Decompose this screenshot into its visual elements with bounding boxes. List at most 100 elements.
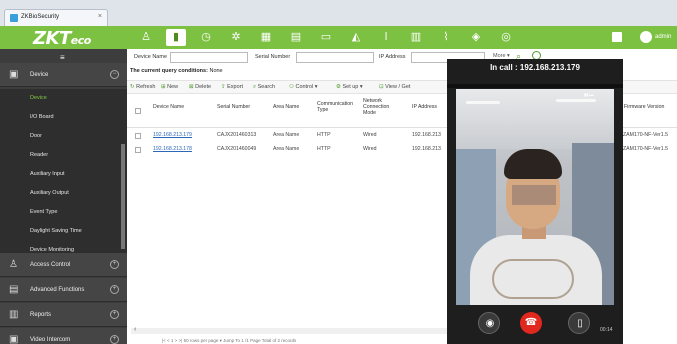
horizontal-scrollbar[interactable]: ‹ [131, 326, 451, 334]
sidebar-item-daylight-saving-time[interactable]: Daylight Saving Time [0, 222, 127, 241]
sidebar-section-device[interactable]: ▣ Device − [0, 63, 127, 87]
row-checkbox[interactable] [135, 133, 141, 139]
query-conditions: The current query conditions: None [130, 68, 223, 74]
col-ip-address[interactable]: IP Address [412, 104, 437, 110]
menu-toggle-icon[interactable]: ≡ [60, 53, 65, 62]
shield-icon[interactable]: ◈ [466, 29, 486, 46]
conditions-label: The current query conditions: [130, 68, 208, 74]
comm-type-cell: HTTP [317, 132, 331, 138]
sidebar-item-device[interactable]: Device [0, 89, 127, 108]
gear-icon[interactable]: ✲ [226, 29, 246, 46]
target-icon[interactable]: ◎ [496, 29, 516, 46]
serial-number-input[interactable] [296, 52, 374, 63]
expand-icon[interactable]: + [110, 335, 119, 344]
row-checkbox[interactable] [135, 147, 141, 153]
comm-type-cell: HTTP [317, 146, 331, 152]
view-get-dropdown[interactable]: ⊡ View / Get [379, 84, 410, 90]
sidebar-item-label: Door [30, 133, 42, 139]
col-device-name[interactable]: Device Name [153, 104, 184, 110]
torch-icon[interactable]: ǀ [376, 29, 396, 46]
sidebar-item-door[interactable]: Door [0, 127, 127, 146]
ip-address-label: IP Address [379, 54, 406, 60]
refresh-button[interactable]: ↻ Refresh [130, 84, 155, 90]
search-toolbar-icon: ⌕ [253, 84, 257, 90]
snapshot-button[interactable]: ◉ [478, 312, 500, 334]
new-label: New [167, 84, 179, 90]
sidebar-item-auxiliary-output[interactable]: Auxiliary Output [0, 184, 127, 203]
firmware-cell: ZAM170-NF-Ver1.5 [623, 132, 668, 138]
select-all-checkbox[interactable] [135, 108, 141, 114]
new-button[interactable]: ⊞ New [161, 84, 178, 90]
sidebar-section-reports[interactable]: ▥ Reports + [0, 303, 127, 327]
person-icon[interactable]: ♙ [136, 29, 156, 46]
delete-button[interactable]: ⊠ Delete [189, 84, 211, 90]
sidebar-item-reader[interactable]: Reader [0, 146, 127, 165]
sidebar-item-label: Reader [30, 152, 49, 158]
building-icon[interactable]: ▦ [256, 29, 276, 46]
col-area-name[interactable]: Area Name [273, 104, 299, 110]
car-icon[interactable]: ▭ [316, 29, 336, 46]
sidebar-scrollbar[interactable] [121, 144, 125, 249]
chart-icon[interactable]: ◭ [346, 29, 366, 46]
door-icon[interactable]: ▮ [166, 29, 186, 46]
tools-icon[interactable]: ⌇ [436, 29, 456, 46]
sidebar: ≡ ▣ Device − Device I/O Board Door Reade… [0, 49, 127, 344]
col-network-connection-mode[interactable]: Network Connection Mode [363, 98, 403, 116]
advanced-functions-icon: ▤ [9, 284, 19, 295]
export-icon: ⇪ [221, 84, 226, 90]
grid-icon[interactable]: ▤ [286, 29, 306, 46]
firmware-cell: ZAM170-NF-Ver1.5 [623, 146, 668, 152]
sidebar-section-access-control[interactable]: ♙ Access Control + [0, 253, 127, 277]
scroll-left-icon[interactable]: ‹ [134, 326, 136, 333]
serial-cell: CAJX201460313 [217, 132, 257, 138]
video-camera-icon[interactable] [612, 32, 622, 42]
video-light [556, 99, 596, 102]
expand-icon[interactable]: + [110, 310, 119, 319]
clock-icon[interactable]: ◷ [196, 29, 216, 46]
device-name-input[interactable] [170, 52, 248, 63]
setup-dropdown[interactable]: ⚙ Set up ▾ [336, 84, 363, 90]
search-button[interactable]: ⌕ Search [253, 84, 275, 91]
area-cell: Area Name [273, 146, 300, 152]
serial-number-label: Serial Number [255, 54, 291, 60]
delete-label: Delete [195, 84, 212, 90]
view-label: View / Get [385, 84, 411, 90]
elevator-icon[interactable]: ▥ [406, 29, 426, 46]
expand-icon[interactable]: + [110, 285, 119, 294]
device-name-link[interactable]: 192.168.213.178 [153, 146, 192, 152]
control-dropdown[interactable]: ⚇ Control ▾ [289, 84, 318, 90]
user-avatar-icon[interactable] [640, 31, 652, 43]
sidebar-section-video-intercom[interactable]: ▣ Video Intercom + [0, 328, 127, 344]
collapse-icon[interactable]: − [110, 70, 119, 79]
logo-sub-text: eco [70, 34, 92, 47]
browser-tab[interactable]: ZKBioSecurity × [4, 9, 108, 26]
device-name-label: Device Name [134, 54, 168, 60]
export-button[interactable]: ⇪ Export [221, 84, 243, 90]
expand-icon[interactable]: + [110, 260, 119, 269]
hang-up-button[interactable]: ☎ [520, 312, 542, 334]
zkteco-logo[interactable]: ZKTeco [33, 28, 91, 49]
tab-close-icon[interactable]: × [98, 13, 102, 20]
user-name[interactable]: admin [655, 34, 671, 40]
sidebar-item-io-board[interactable]: I/O Board [0, 108, 127, 127]
col-firmware-version[interactable]: Firmware Version [624, 104, 664, 110]
pagination[interactable]: |< < 1 > >| 50 rows per page ▾ Jump To 1… [162, 338, 296, 344]
col-serial-number[interactable]: Serial Number [217, 104, 250, 110]
search-label: Search [257, 84, 276, 90]
control-icon: ⚇ [289, 84, 294, 90]
video-shirt-print [492, 259, 574, 299]
browser-tab-bar: ZKBioSecurity × [0, 0, 677, 26]
sidebar-section-label: Reports [30, 312, 52, 318]
export-label: Export [227, 84, 244, 90]
open-door-button[interactable]: ▯ [568, 312, 590, 334]
sidebar-item-label: Auxiliary Input [30, 171, 65, 177]
sidebar-item-label: Auxiliary Output [30, 190, 69, 196]
sidebar-section-advanced-functions[interactable]: ▤ Advanced Functions + [0, 278, 127, 302]
ip-cell: 192.168.213 [412, 132, 441, 138]
sidebar-item-event-type[interactable]: Event Type [0, 203, 127, 222]
device-name-link[interactable]: 192.168.213.179 [153, 132, 192, 138]
col-communication-type[interactable]: Communication Type [317, 101, 353, 113]
call-title: In call : 192.168.213.179 [490, 63, 580, 72]
sidebar-section-label: Access Control [30, 262, 71, 268]
sidebar-item-auxiliary-input[interactable]: Auxiliary Input [0, 165, 127, 184]
